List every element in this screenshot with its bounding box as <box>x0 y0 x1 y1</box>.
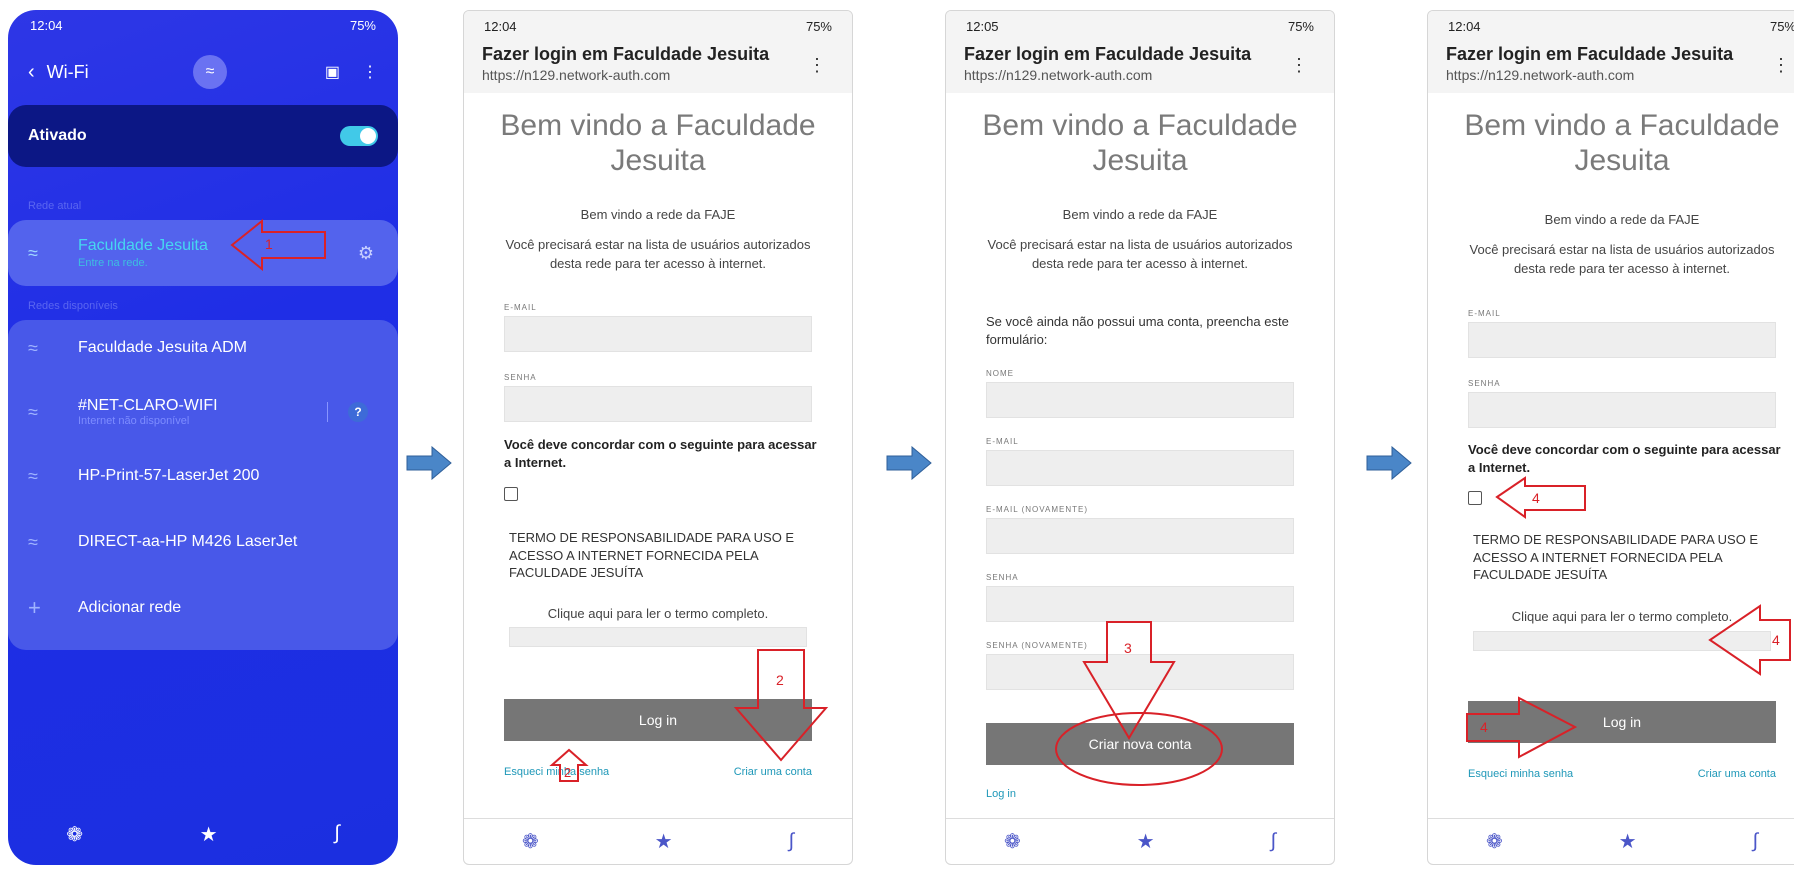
annotation-arrow <box>1495 476 1586 519</box>
annotation-ellipse <box>1055 712 1223 786</box>
annotation-number: 4 <box>1480 719 1488 735</box>
annotation-number: 2 <box>776 672 784 688</box>
annotation-number: 1 <box>265 236 273 252</box>
annotation-overlay <box>230 218 1791 786</box>
annotation-arrow <box>230 218 326 272</box>
annotation-number: 4 <box>1772 632 1780 648</box>
annotation-number: 3 <box>1124 640 1132 656</box>
annotation-number: 4 <box>1532 490 1540 506</box>
annotation-number: 2 <box>564 765 572 780</box>
tutorial-canvas: 12:04 75% ‹ Wi-Fi ≈ ▣ ⋮ Ativado Rede atual… <box>0 0 1794 870</box>
annotation-arrow <box>733 649 829 762</box>
